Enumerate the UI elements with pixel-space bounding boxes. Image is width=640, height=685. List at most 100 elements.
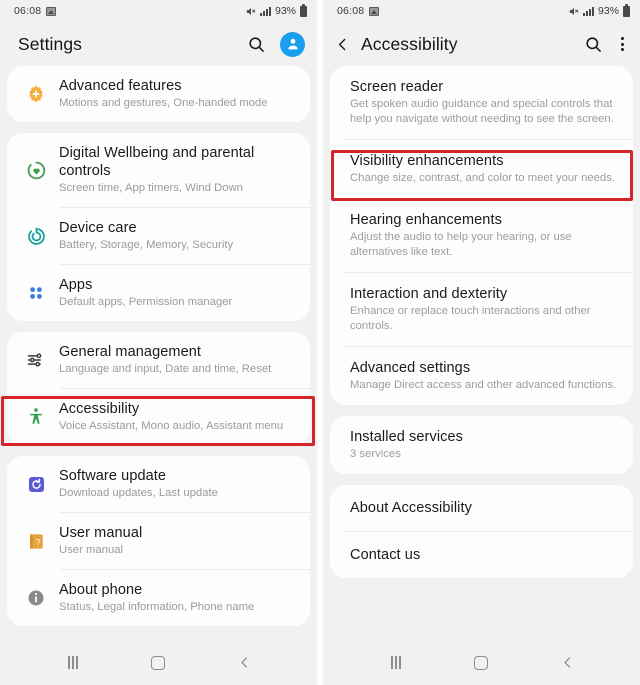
battery-icon [300,3,307,17]
accessibility-item-hearing-enhancements[interactable]: Hearing enhancements Adjust the audio to… [330,199,633,272]
home-icon[interactable] [138,643,178,683]
mute-icon [245,6,256,17]
settings-item-accessibility[interactable]: Accessibility Voice Assistant, Mono audi… [7,389,310,445]
item-texts: Installed services 3 services [350,428,619,462]
back-icon[interactable] [224,643,264,683]
item-title: Advanced settings [350,360,471,376]
item-title: Installed services [350,429,464,445]
settings-item-texts: Apps Default apps, Permission manager [59,276,296,310]
settings-item-texts: General management Language and input, D… [59,343,296,377]
settings-item-general-management[interactable]: General management Language and input, D… [7,332,310,388]
item-title: About Accessibility [350,500,472,516]
search-icon[interactable] [247,35,266,54]
status-clock: 06:08 [14,5,42,17]
accessibility-item-installed-services[interactable]: Installed services 3 services [330,416,633,474]
accessibility-item-visibility-enhancements[interactable]: Visibility enhancements Change size, con… [330,140,633,198]
item-subtitle: Enhance or replace touch interactions an… [350,305,591,332]
settings-list[interactable]: Advanced features Motions and gestures, … [0,66,317,640]
item-texts: Visibility enhancements Change size, con… [350,152,619,186]
item-texts: Screen reader Get spoken audio guidance … [350,78,619,127]
home-icon[interactable] [461,643,501,683]
item-subtitle: Screen time, App timers, Wind Down [59,182,243,194]
accessibility-group-2: Installed services 3 services [330,416,633,474]
settings-item-about-phone[interactable]: About phone Status, Legal information, P… [7,570,310,626]
back-chevron-icon[interactable] [331,33,353,55]
accessibility-group-1: Screen reader Get spoken audio guidance … [330,66,633,405]
kebab-menu-icon[interactable] [617,35,628,53]
accessibility-group-3: About Accessibility Contact us [330,485,633,578]
svg-text:?: ? [35,537,40,547]
nav-bar-right [323,640,640,685]
accessibility-screen: 06:08 93% Accessibility Screen reader Ge… [323,0,640,685]
signal-icon [582,6,594,16]
item-subtitle: Adjust the audio to help your hearing, o… [350,231,572,258]
photo-icon [369,6,380,16]
recents-icon[interactable] [376,643,416,683]
settings-item-texts: About phone Status, Legal information, P… [59,581,296,615]
status-bar-left-group: 06:08 [14,5,57,17]
item-texts: Advanced settings Manage Direct access a… [350,359,619,393]
settings-app-bar: Settings [0,22,317,66]
accessibility-item-screen-reader[interactable]: Screen reader Get spoken audio guidance … [330,66,633,139]
item-texts: Interaction and dexterity Enhance or rep… [350,285,619,334]
item-subtitle: 3 services [350,448,401,460]
settings-item-apps[interactable]: Apps Default apps, Permission manager [7,265,310,321]
item-title: Screen reader [350,79,444,95]
item-title: Visibility enhancements [350,153,504,169]
item-subtitle: Download updates, Last update [59,487,218,499]
mute-icon [568,6,579,17]
item-title: Contact us [350,547,421,563]
accessibility-item-interaction-dexterity[interactable]: Interaction and dexterity Enhance or rep… [330,273,633,346]
accessibility-list[interactable]: Screen reader Get spoken audio guidance … [323,66,640,640]
recents-icon[interactable] [53,643,93,683]
item-texts: Hearing enhancements Adjust the audio to… [350,211,619,260]
apps-icon [19,276,53,310]
item-texts: About Accessibility [350,499,619,517]
item-title: Apps [59,277,93,293]
software-update-icon [19,467,53,501]
item-title: Software update [59,468,167,484]
battery-percent-label: 93% [274,5,296,17]
search-icon[interactable] [584,35,603,54]
accessibility-app-bar: Accessibility [323,22,640,66]
signal-icon [259,6,271,16]
settings-item-texts: Device care Battery, Storage, Memory, Se… [59,219,296,253]
settings-item-advanced-features[interactable]: Advanced features Motions and gestures, … [7,66,310,122]
settings-item-texts: User manual User manual [59,524,296,558]
advanced-features-icon [19,77,53,111]
avatar[interactable] [280,31,305,57]
item-subtitle: Status, Legal information, Phone name [59,601,255,613]
device-care-icon [19,219,53,253]
item-subtitle: Get spoken audio guidance and special co… [350,98,614,125]
accessibility-item-about-accessibility[interactable]: About Accessibility [330,485,633,531]
back-icon[interactable] [547,643,587,683]
settings-item-user-manual[interactable]: ? User manual User manual [7,513,310,569]
accessibility-item-contact-us[interactable]: Contact us [330,532,633,578]
settings-item-texts: Software update Download updates, Last u… [59,467,296,501]
app-bar-actions [584,35,628,54]
accessibility-item-advanced-settings[interactable]: Advanced settings Manage Direct access a… [330,347,633,405]
settings-item-software-update[interactable]: Software update Download updates, Last u… [7,456,310,512]
item-texts: Contact us [350,546,619,564]
nav-bar-left [0,640,317,685]
settings-group-3: General management Language and input, D… [7,332,310,445]
settings-item-digital-wellbeing[interactable]: Digital Wellbeing and parental controls … [7,133,310,207]
battery-icon [623,3,630,17]
status-clock: 06:08 [337,5,365,17]
settings-item-texts: Advanced features Motions and gestures, … [59,77,296,111]
settings-group-2: Digital Wellbeing and parental controls … [7,133,310,321]
item-title: Hearing enhancements [350,212,502,228]
status-bar-right-group: 93% [245,3,307,17]
status-bar-right: 06:08 93% [323,0,640,22]
battery-percent-label: 93% [597,5,619,17]
item-title: User manual [59,525,143,541]
status-bar-right-group: 93% [568,3,630,17]
item-title: Device care [59,220,137,236]
settings-item-device-care[interactable]: Device care Battery, Storage, Memory, Se… [7,208,310,264]
item-subtitle: Manage Direct access and other advanced … [350,379,617,391]
item-title: General management [59,344,202,360]
accessibility-person-icon [19,400,53,434]
page-title: Accessibility [361,33,458,54]
settings-item-texts: Digital Wellbeing and parental controls … [59,144,296,196]
item-title: Accessibility [59,401,140,417]
